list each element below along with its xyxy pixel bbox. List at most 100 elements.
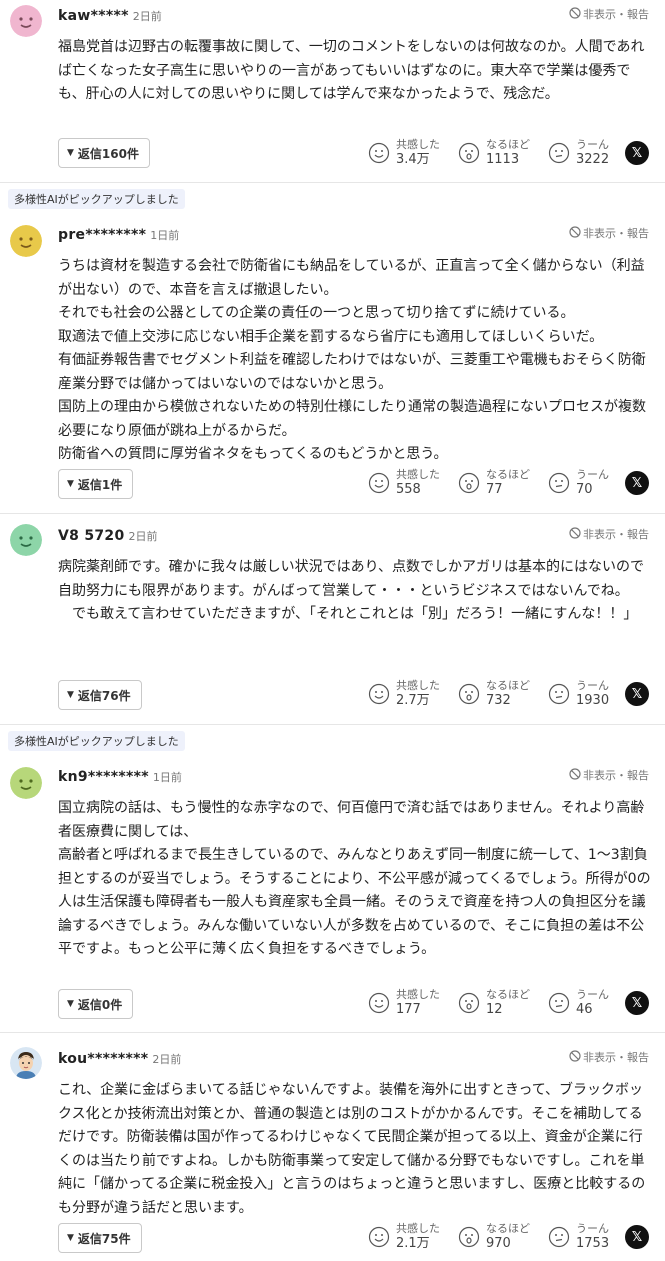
reply-toggle-button[interactable]: ▼ 返信75件 (58, 1223, 142, 1253)
username[interactable]: kou******** (58, 1051, 148, 1067)
x-share-button[interactable]: 𝕏 (625, 1225, 649, 1249)
comment-paragraph: でも敢えて言わせていただきますが、「それとこれとは「別」だろう！一緒にすんな！！… (58, 606, 638, 622)
empathy-label: 共感した (396, 988, 440, 1001)
comment-3: V8 5720 2日前 非表示・報告 病院薬剤師です。確かに我々は厳しい状況では… (0, 514, 665, 725)
avatar[interactable] (10, 1047, 42, 1079)
comment-paragraph: 取適法で値上交渉に応じない相手企業を罰するなら省庁にも適用してほしいくらいだ。 (58, 328, 604, 345)
reply-count-label: 返信160件 (77, 146, 139, 161)
thinking-face-icon (548, 142, 570, 164)
naruhodo-count: 77 (486, 482, 503, 497)
avatar[interactable] (10, 524, 42, 556)
hide-report-link[interactable]: 非表示・報告 (569, 6, 649, 22)
reply-count-label: 返信75件 (77, 1231, 131, 1246)
naruhodo-label: なるほど (486, 988, 530, 1001)
x-share-button[interactable]: 𝕏 (625, 141, 649, 165)
comment-4: 多様性AIがピックアップしました kn9******** 1日前 非表示・報告 … (0, 725, 665, 1033)
report-label: 非表示・報告 (583, 528, 649, 541)
triangle-down-icon: ▼ (67, 690, 74, 700)
report-label: 非表示・報告 (583, 8, 649, 21)
reply-toggle-button[interactable]: ▼ 返信76件 (58, 680, 142, 710)
comment-paragraph: これ、企業に金ばらまいてる話じゃないんですよ。装備を海外に出すときって、ブラック… (58, 1082, 646, 1216)
naruhodo-label: なるほど (486, 138, 530, 151)
comment-body: これ、企業に金ばらまいてる話じゃないんですよ。装備を海外に出すときって、ブラック… (58, 1079, 651, 1220)
empathy-count: 3.4万 (396, 152, 430, 167)
username[interactable]: V8 5720 (58, 528, 125, 544)
empathy-button[interactable]: 共感した 3.4万 (368, 138, 458, 168)
smile-icon (368, 142, 390, 164)
comment-2: 多様性AIがピックアップしました pre******** 1日前 非表示・報告 … (0, 183, 665, 514)
naruhodo-count: 732 (486, 693, 511, 708)
hide-report-link[interactable]: 非表示・報告 (569, 225, 649, 241)
empathy-button[interactable]: 共感した 177 (368, 988, 458, 1018)
username[interactable]: kn9******** (58, 769, 149, 785)
reply-toggle-button[interactable]: ▼ 返信1件 (58, 469, 134, 499)
surprised-face-icon (458, 1226, 480, 1248)
empathy-count: 558 (396, 482, 421, 497)
triangle-down-icon: ▼ (67, 479, 74, 489)
username[interactable]: kaw***** (58, 8, 129, 24)
thinking-face-icon (548, 683, 570, 705)
comment-body: 病院薬剤師です。確かに我々は厳しい状況ではあり、点数でしかアガリは基本的にはない… (58, 556, 651, 627)
comment-header: V8 5720 2日前 (58, 528, 158, 544)
x-share-button[interactable]: 𝕏 (625, 991, 649, 1015)
comment-paragraph: 国立病院の話は、もう慢性的な赤字なので、何百億円で済む話ではありません。それより… (58, 800, 645, 840)
reply-toggle-button[interactable]: ▼ 返信160件 (58, 138, 150, 168)
naruhodo-count: 1113 (486, 152, 520, 167)
smile-icon (368, 992, 390, 1014)
ai-pickup-badge: 多様性AIがピックアップしました (8, 189, 185, 209)
comment-header: kou******** 2日前 (58, 1051, 181, 1067)
x-logo-icon: 𝕏 (631, 686, 643, 702)
reaction-bar: 共感した 2.7万 なるほど 732 うーん 1930 (368, 679, 638, 709)
uun-count: 3222 (576, 152, 610, 167)
x-logo-icon: 𝕏 (631, 475, 643, 491)
smile-icon (368, 683, 390, 705)
comment-paragraph: 国防上の理由から模倣されないための特別仕様にしたり通常の製造過程にないプロセスが… (58, 399, 646, 439)
naruhodo-button[interactable]: なるほど 77 (458, 468, 548, 498)
username[interactable]: pre******** (58, 227, 146, 243)
comment-paragraph: 高齢者と呼ばれるまで長生きしているので、みんなとりあえず同一制度に統一して、1～… (58, 847, 651, 957)
surprised-face-icon (458, 683, 480, 705)
ai-pickup-badge: 多様性AIがピックアップしました (8, 731, 185, 751)
triangle-down-icon: ▼ (67, 148, 74, 158)
reaction-bar: 共感した 2.1万 なるほど 970 うーん 1753 (368, 1222, 638, 1252)
hide-report-link[interactable]: 非表示・報告 (569, 767, 649, 783)
x-share-button[interactable]: 𝕏 (625, 682, 649, 706)
hide-report-link[interactable]: 非表示・報告 (569, 526, 649, 542)
avatar[interactable] (10, 767, 42, 799)
x-logo-icon: 𝕏 (631, 145, 643, 161)
prohibit-icon (569, 6, 581, 22)
naruhodo-button[interactable]: なるほど 1113 (458, 138, 548, 168)
smile-icon (368, 472, 390, 494)
empathy-label: 共感した (396, 679, 440, 692)
uun-label: うーん (576, 988, 609, 1001)
uun-count: 46 (576, 1002, 593, 1017)
naruhodo-button[interactable]: なるほど 732 (458, 679, 548, 709)
hide-report-link[interactable]: 非表示・報告 (569, 1049, 649, 1065)
comment-body: うちは資材を製造する会社で防衛省にも納品をしているが、正直言って全く儲からない（… (58, 255, 651, 467)
reply-toggle-button[interactable]: ▼ 返信0件 (58, 989, 134, 1019)
naruhodo-button[interactable]: なるほど 970 (458, 1222, 548, 1252)
empathy-count: 2.7万 (396, 693, 430, 708)
uun-count: 1753 (576, 1236, 610, 1251)
uun-label: うーん (576, 679, 609, 692)
comment-paragraph: うちは資材を製造する会社で防衛省にも納品をしているが、正直言って全く儲からない（… (58, 258, 645, 298)
prohibit-icon (569, 225, 581, 241)
uun-count: 70 (576, 482, 593, 497)
avatar[interactable] (10, 225, 42, 257)
timestamp: 1日前 (150, 229, 180, 242)
naruhodo-button[interactable]: なるほど 12 (458, 988, 548, 1018)
timestamp: 1日前 (152, 771, 182, 784)
empathy-label: 共感した (396, 468, 440, 481)
empathy-button[interactable]: 共感した 558 (368, 468, 458, 498)
prohibit-icon (569, 1049, 581, 1065)
naruhodo-count: 970 (486, 1236, 511, 1251)
triangle-down-icon: ▼ (67, 999, 74, 1009)
avatar[interactable] (10, 5, 42, 37)
comment-body: 国立病院の話は、もう慢性的な赤字なので、何百億円で済む話ではありません。それより… (58, 797, 651, 962)
empathy-label: 共感した (396, 138, 440, 151)
empathy-button[interactable]: 共感した 2.7万 (368, 679, 458, 709)
reply-count-label: 返信76件 (77, 688, 131, 703)
empathy-button[interactable]: 共感した 2.1万 (368, 1222, 458, 1252)
x-share-button[interactable]: 𝕏 (625, 471, 649, 495)
smile-icon (368, 1226, 390, 1248)
